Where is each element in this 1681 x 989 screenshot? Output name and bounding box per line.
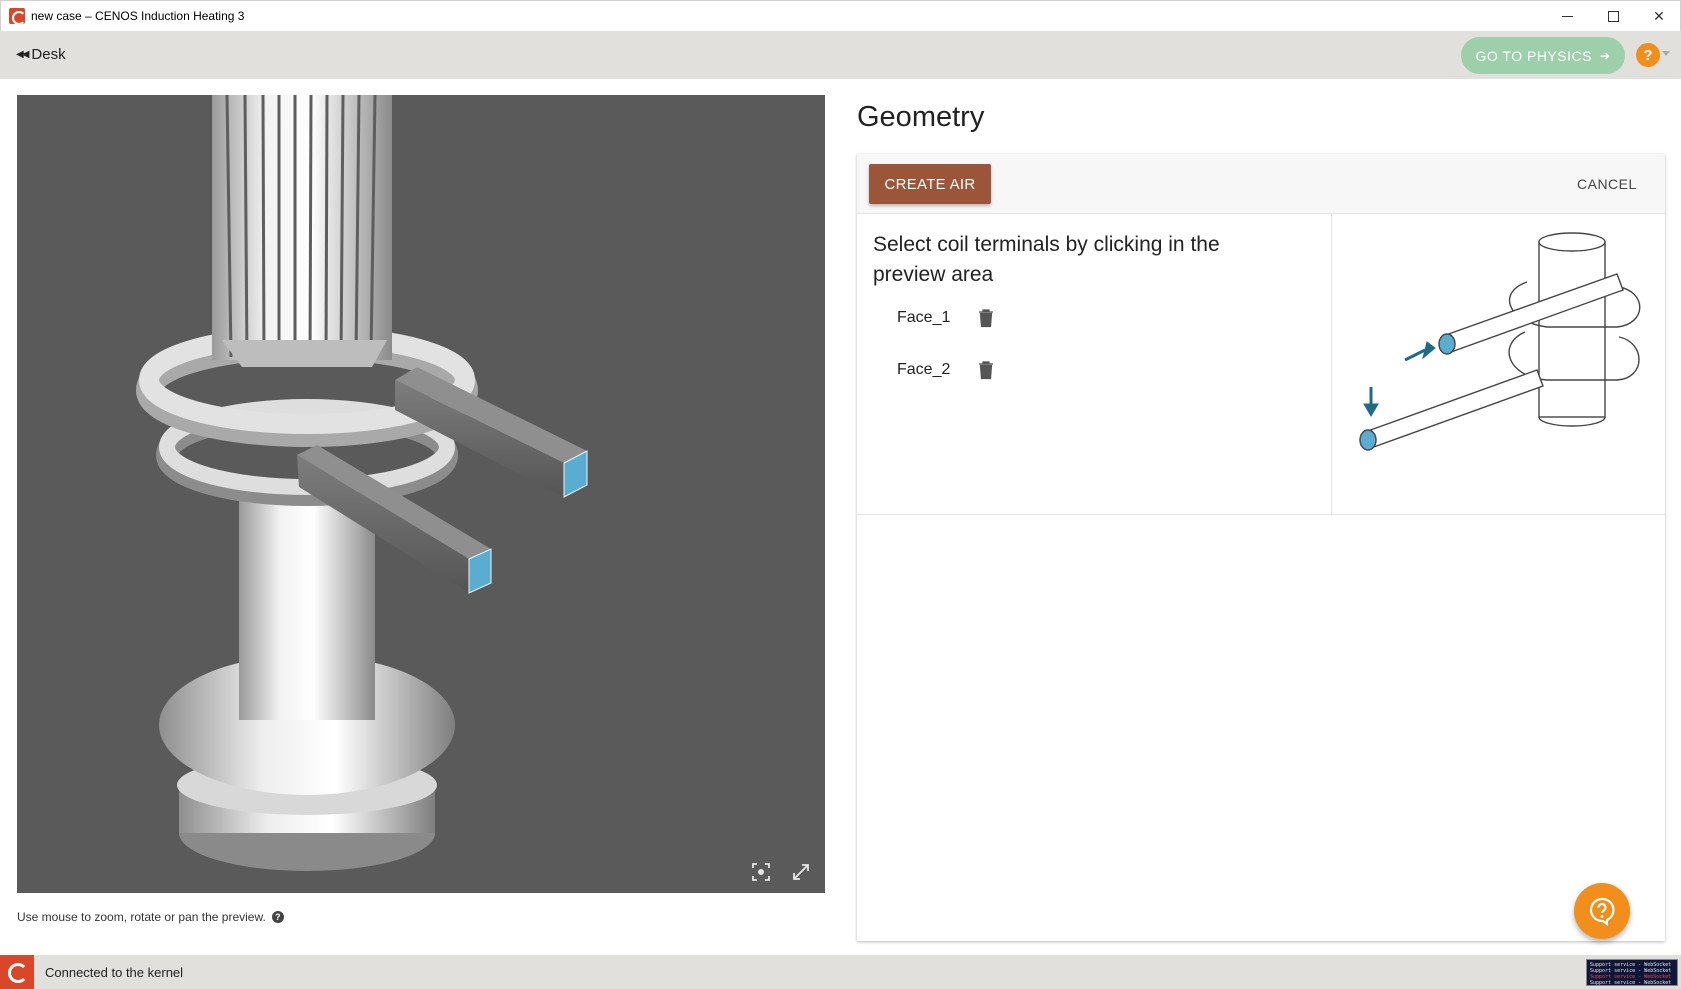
help-bubble-icon: [1589, 897, 1615, 926]
arrow-right-icon: ➔: [1599, 48, 1611, 63]
preview-hint: Use mouse to zoom, rotate or pan the pre…: [17, 910, 284, 924]
trash-icon[interactable]: [977, 360, 995, 380]
window-title: new case – CENOS Induction Heating 3: [31, 9, 245, 23]
face-label: Face_2: [897, 361, 951, 378]
focus-view-icon[interactable]: [749, 860, 773, 884]
maximize-button[interactable]: [1590, 1, 1636, 32]
minimize-icon: [1561, 16, 1573, 17]
rewind-icon: ◀◀: [16, 49, 29, 60]
close-icon: ✕: [1653, 8, 1665, 25]
go-to-physics-label: GO TO PHYSICS: [1475, 47, 1592, 64]
status-text: Connected to the kernel: [45, 965, 184, 980]
top-toolbar: ◀◀ Desk GO TO PHYSICS ➔ ?: [0, 31, 1681, 79]
window-titlebar: new case – CENOS Induction Heating 3 ✕: [0, 0, 1681, 31]
hint-help-label: ?: [275, 912, 281, 922]
instruction-text: Select coil terminals by clicking in the…: [873, 233, 1220, 286]
geometry-preview-viewport[interactable]: [17, 95, 825, 893]
face-list-item: Face_1: [897, 306, 995, 330]
preview-hint-text: Use mouse to zoom, rotate or pan the pre…: [17, 910, 266, 924]
create-air-button[interactable]: CREATE AIR: [869, 164, 991, 204]
help-dropdown-caret-icon[interactable]: [1662, 51, 1670, 56]
status-bar: Connected to the kernel Support service …: [0, 955, 1681, 989]
close-button[interactable]: ✕: [1636, 1, 1681, 32]
page-title: Geometry: [857, 101, 985, 133]
cenos-logo-icon: [0, 955, 34, 989]
minimize-button[interactable]: [1544, 1, 1590, 32]
coil-terminal-illustration: [1359, 232, 1641, 451]
back-label: Desk: [31, 46, 66, 63]
card-toolbar: CREATE AIR CANCEL: [857, 154, 1665, 214]
geometry-card: CREATE AIR CANCEL Select coil terminals …: [857, 154, 1665, 941]
face-list-item: Face_2: [897, 358, 995, 382]
trash-icon[interactable]: [977, 308, 995, 328]
help-icon[interactable]: ?: [1636, 43, 1660, 67]
terminal-selection-panel: Select coil terminals by clicking in the…: [857, 214, 1665, 515]
question-icon[interactable]: ?: [271, 911, 284, 923]
cancel-button[interactable]: CANCEL: [1577, 176, 1637, 192]
maximize-icon: [1607, 11, 1619, 22]
help-label: ?: [1643, 46, 1653, 64]
coil-workpiece-3d-model[interactable]: [17, 95, 825, 893]
face-label: Face_1: [897, 309, 951, 326]
console-line: Support service - WebSocket: [1590, 980, 1672, 986]
expand-icon[interactable]: [789, 860, 813, 884]
help-fab-button[interactable]: [1574, 883, 1630, 939]
go-to-physics-button[interactable]: GO TO PHYSICS ➔: [1461, 37, 1625, 74]
panel-divider: [1331, 214, 1332, 515]
console-thumbnail[interactable]: Support service - WebSocket Support serv…: [1586, 959, 1678, 986]
back-to-desk-link[interactable]: ◀◀ Desk: [16, 46, 66, 63]
cenos-logo-icon: [9, 8, 26, 25]
